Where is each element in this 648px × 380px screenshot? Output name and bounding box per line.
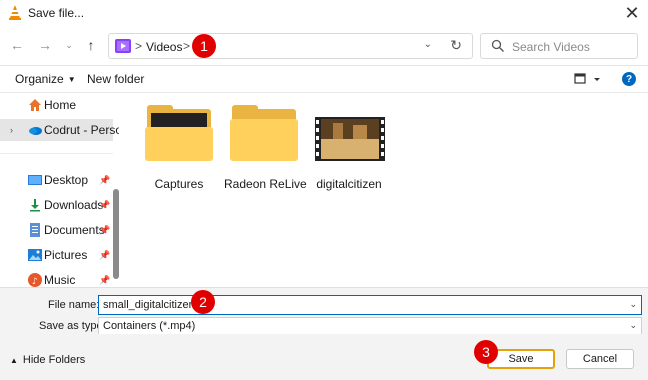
file-name-value: small_digitalcitizen [103,299,195,311]
sidebar-item-desktop[interactable]: Desktop 📌 [0,169,113,191]
save-type-label: Save as type: [39,320,106,332]
refresh-icon[interactable]: ↻ [450,37,462,54]
caret-down-icon [594,78,600,81]
sidebar-item-label: Music [44,273,76,287]
pin-icon: 📌 [99,174,111,185]
forward-button[interactable]: → [36,36,54,54]
sidebar-item-label: Desktop [44,173,89,187]
breadcrumb-separator: > [135,39,143,53]
hide-folders-button[interactable]: ▲ Hide Folders [10,354,85,366]
chevron-down-icon[interactable]: ⌄ [629,299,637,310]
address-row: ← → ⌄ ↑ > Videos > ⌄ ↻ 1 Search Videos [0,26,648,66]
pin-icon: 📌 [99,249,111,260]
breadcrumb-videos[interactable]: Videos [146,40,182,54]
vlc-cone-icon [9,5,21,20]
video-thumbnail-icon [313,105,385,167]
navigation-pane: Home › Codrut - Person Desktop 📌 Downloa… [0,93,119,287]
organize-menu[interactable]: Organize ▼ [15,72,76,86]
callout-marker: 3 [474,340,498,364]
sidebar-item-label: Codrut - Person [44,123,119,137]
save-type-select[interactable]: Containers (*.mp4) ⌄ [98,317,642,335]
pin-icon: 📌 [99,224,111,235]
sidebar-item-onedrive[interactable]: › Codrut - Person [0,119,119,141]
desktop-icon [28,175,42,185]
pin-icon: 📌 [99,199,111,210]
window-title: Save file... [28,6,85,20]
home-icon [29,99,41,111]
chevron-right-icon[interactable]: › [10,125,13,135]
callout-marker: 2 [191,290,215,314]
close-button[interactable]: ✕ [620,1,644,25]
view-options-button[interactable] [574,72,604,87]
recent-locations-button[interactable]: ⌄ [60,36,78,54]
search-icon [491,39,504,52]
search-box[interactable]: Search Videos [480,33,638,59]
breadcrumb-separator[interactable]: > [183,39,190,53]
arrow-up-icon: ↑ [87,37,95,53]
save-type-value: Containers (*.mp4) [103,320,196,332]
documents-icon [30,223,40,237]
dialog-footer: ▲ Hide Folders Save Cancel [0,334,648,380]
sidebar-item-downloads[interactable]: Downloads 📌 [0,194,113,216]
sidebar-item-label: Downloads [44,198,104,212]
chevron-up-icon: ▲ [10,356,18,365]
sidebar-item-documents[interactable]: Documents 📌 [0,219,113,241]
file-name: digitalcitizen [316,177,382,191]
cancel-button[interactable]: Cancel [566,349,634,369]
close-icon: ✕ [624,2,640,23]
sidebar-item-home[interactable]: Home [0,94,113,116]
file-name: Radeon ReLive [224,177,307,191]
command-bar: Organize ▼ New folder ? [0,66,648,93]
arrow-right-icon: → [38,37,52,53]
pin-icon: 📌 [99,274,111,285]
address-dropdown-icon[interactable]: ⌄ [424,39,432,50]
onedrive-cloud-icon [29,127,42,135]
file-name-label: File name: [48,299,100,311]
hide-folders-label: Hide Folders [22,354,86,366]
list-item[interactable]: digitalcitizen [309,105,389,195]
sidebar-item-pictures[interactable]: Pictures 📌 [0,244,113,266]
sidebar-item-label: Documents [44,223,105,237]
back-button[interactable]: ← [8,36,26,54]
caret-down-icon: ▼ [67,75,76,84]
sidebar-item-music[interactable]: ♪ Music 📌 [0,269,113,287]
organize-label: Organize [15,72,64,86]
pictures-icon [28,249,42,261]
up-button[interactable]: ↑ [82,36,100,54]
file-name: Captures [154,177,204,191]
callout-marker: 1 [192,34,216,58]
videos-folder-icon [115,39,131,53]
save-form: File name: small_digitalcitizen ⌄ Save a… [0,287,648,335]
search-placeholder: Search Videos [512,40,590,54]
chevron-down-icon: ⌄ [65,39,73,50]
sidebar-item-label: Home [44,98,77,112]
sidebar-divider [0,153,113,154]
music-icon: ♪ [28,273,42,287]
new-folder-button[interactable]: New folder [87,72,144,86]
file-list: Captures Radeon ReLive digitalcitizen [119,93,648,287]
list-item[interactable]: Radeon ReLive [224,105,307,195]
sidebar-item-label: Pictures [44,248,88,262]
title-bar: Save file... ✕ [0,0,648,26]
help-button[interactable]: ? [622,72,636,86]
folder-icon [143,105,215,167]
address-bar[interactable]: > Videos > ⌄ ↻ [108,33,473,59]
chevron-down-icon[interactable]: ⌄ [629,320,637,331]
folder-icon [228,105,300,167]
video-film-thumbnail [315,117,385,161]
arrow-left-icon: ← [10,37,24,53]
file-name-input[interactable]: small_digitalcitizen ⌄ [98,295,642,315]
list-item[interactable]: Captures [139,105,219,195]
svg-text:♪: ♪ [32,277,38,287]
downloads-icon [30,199,40,212]
